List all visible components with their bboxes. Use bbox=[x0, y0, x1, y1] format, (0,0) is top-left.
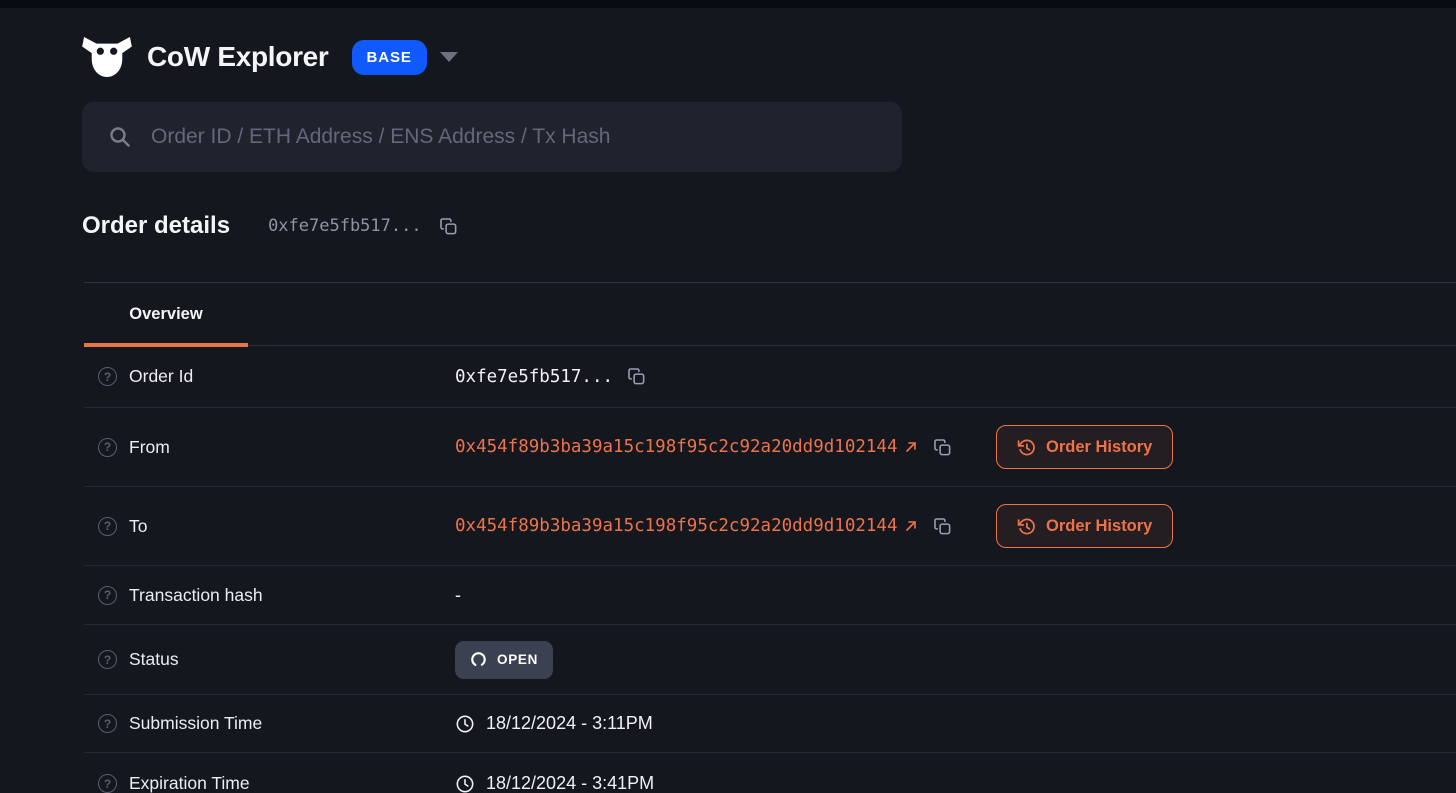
table-row-transaction-hash: ? Transaction hash - bbox=[84, 566, 1456, 625]
order-id-value: 0xfe7e5fb517... bbox=[455, 366, 614, 387]
clock-icon bbox=[456, 775, 474, 792]
table-row-order-id: ? Order Id 0xfe7e5fb517... bbox=[84, 346, 1456, 408]
top-strip bbox=[0, 0, 1456, 8]
history-icon bbox=[1017, 518, 1035, 534]
copy-icon bbox=[933, 438, 950, 455]
submission-time-value: 18/12/2024 - 3:11PM bbox=[486, 713, 653, 733]
help-icon[interactable]: ? bbox=[98, 516, 117, 536]
row-label: Status bbox=[129, 649, 179, 669]
search-icon bbox=[110, 127, 130, 147]
external-link-icon[interactable] bbox=[903, 439, 919, 455]
search-input[interactable] bbox=[151, 125, 876, 149]
expiration-time-value: 18/12/2024 - 3:41PM bbox=[486, 773, 655, 793]
status-value: OPEN bbox=[497, 652, 539, 667]
help-icon[interactable]: ? bbox=[98, 585, 117, 605]
search-bar[interactable] bbox=[82, 102, 902, 172]
copy-icon bbox=[628, 368, 645, 385]
help-icon[interactable]: ? bbox=[98, 650, 117, 669]
history-icon bbox=[1017, 439, 1035, 455]
external-link-icon[interactable] bbox=[903, 518, 919, 534]
table-row-submission-time: ? Submission Time 18/12/2024 - 3:11PM bbox=[84, 695, 1456, 753]
help-icon[interactable]: ? bbox=[98, 367, 117, 386]
tab-bar: Overview bbox=[84, 283, 1456, 347]
copy-from-address-button[interactable] bbox=[933, 438, 952, 457]
order-history-button-from[interactable]: Order History bbox=[996, 425, 1174, 469]
spinner-icon bbox=[471, 652, 486, 667]
table-row-to: ? To 0x454f89b3ba39a15c198f95c2c92a20dd9… bbox=[84, 487, 1456, 566]
row-label: Submission Time bbox=[129, 713, 263, 733]
tab-overview[interactable]: Overview bbox=[84, 283, 248, 347]
table-row-expiration-time: ? Expiration Time 18/12/2024 - 3:41PM bbox=[84, 753, 1456, 793]
copy-icon bbox=[439, 217, 457, 234]
network-selector-button[interactable]: BASE bbox=[351, 39, 427, 75]
from-address-link[interactable]: 0x454f89b3ba39a15c198f95c2c92a20dd9d1021… bbox=[455, 437, 898, 457]
order-hash-short: 0xfe7e5fb517... bbox=[268, 216, 422, 236]
transaction-hash-value: - bbox=[455, 584, 461, 605]
copy-icon bbox=[933, 517, 950, 534]
copy-order-id-button[interactable] bbox=[627, 367, 646, 386]
order-history-button-to[interactable]: Order History bbox=[996, 504, 1174, 548]
clock-icon bbox=[456, 715, 474, 732]
row-label: Expiration Time bbox=[129, 773, 250, 793]
help-icon[interactable]: ? bbox=[98, 437, 117, 457]
order-history-label: Order History bbox=[1046, 437, 1153, 456]
row-label: Transaction hash bbox=[129, 584, 263, 605]
row-label: To bbox=[129, 515, 148, 536]
copy-to-address-button[interactable] bbox=[933, 517, 952, 536]
help-icon[interactable]: ? bbox=[98, 714, 117, 733]
order-details-panel: Overview ? Order Id 0xfe7e5fb517... ? Fr… bbox=[84, 282, 1456, 793]
page-title: Order details bbox=[82, 212, 231, 239]
table-row-status: ? Status OPEN bbox=[84, 625, 1456, 695]
help-icon[interactable]: ? bbox=[98, 774, 117, 793]
cow-logo-icon bbox=[82, 36, 132, 78]
table-row-from: ? From 0x454f89b3ba39a15c198f95c2c92a20d… bbox=[84, 408, 1456, 487]
to-address-link[interactable]: 0x454f89b3ba39a15c198f95c2c92a20dd9d1021… bbox=[455, 516, 898, 536]
page-heading: Order details 0xfe7e5fb517... bbox=[82, 212, 1456, 240]
order-history-label: Order History bbox=[1046, 516, 1153, 535]
row-label: Order Id bbox=[129, 366, 194, 386]
app-header: CoW Explorer BASE bbox=[82, 36, 1456, 78]
copy-order-hash-button[interactable] bbox=[439, 217, 458, 236]
chevron-down-icon[interactable] bbox=[439, 52, 458, 62]
row-label: From bbox=[129, 436, 170, 457]
status-badge: OPEN bbox=[455, 640, 554, 679]
app-title: CoW Explorer bbox=[147, 41, 329, 72]
